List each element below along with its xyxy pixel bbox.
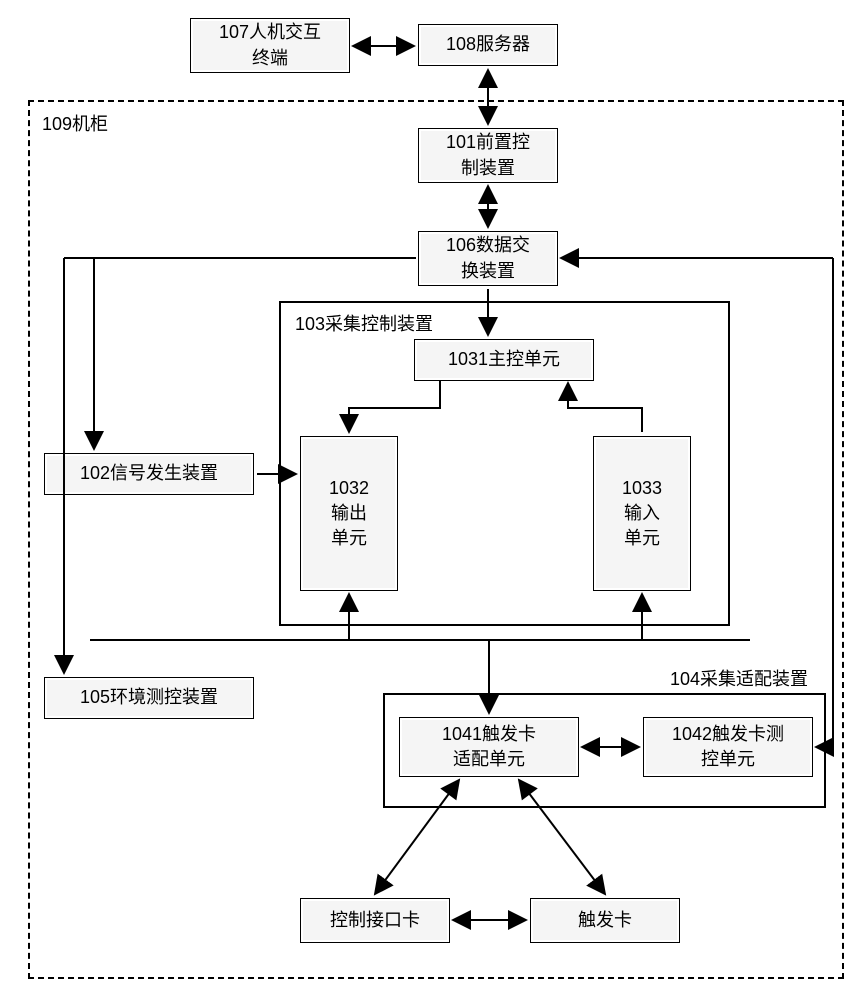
node-102-label: 102信号发生装置 — [80, 461, 218, 486]
label-103: 103采集控制装置 — [295, 310, 433, 336]
label-104: 104采集适配装置 — [670, 665, 808, 691]
node-1031-label: 1031主控单元 — [448, 347, 560, 372]
label-109: 109机柜 — [42, 110, 108, 136]
node-1032: 1032输出单元 — [300, 436, 398, 591]
node-107-label: 107人机交互终端 — [219, 20, 321, 70]
node-1042-label: 1042触发卡测控单元 — [672, 722, 784, 772]
node-ctrl-label: 控制接口卡 — [330, 908, 420, 933]
node-trig-label: 触发卡 — [578, 908, 632, 933]
node-1033-label: 1033输入单元 — [622, 476, 662, 552]
node-1032-label: 1032输出单元 — [329, 476, 369, 552]
node-1031: 1031主控单元 — [414, 339, 594, 381]
node-107: 107人机交互终端 — [190, 18, 350, 73]
node-105-label: 105环境测控装置 — [80, 685, 218, 710]
node-ctrl-interface-card: 控制接口卡 — [300, 898, 450, 943]
node-101-label: 101前置控制装置 — [446, 130, 530, 180]
node-105: 105环境测控装置 — [44, 677, 254, 719]
node-1041: 1041触发卡适配单元 — [399, 717, 579, 777]
node-101: 101前置控制装置 — [418, 128, 558, 183]
node-106-label: 106数据交换装置 — [446, 233, 530, 283]
node-1033: 1033输入单元 — [593, 436, 691, 591]
node-1042: 1042触发卡测控单元 — [643, 717, 813, 777]
node-102: 102信号发生装置 — [44, 453, 254, 495]
node-trigger-card: 触发卡 — [530, 898, 680, 943]
node-108: 108服务器 — [418, 24, 558, 66]
node-108-label: 108服务器 — [446, 32, 530, 57]
node-106: 106数据交换装置 — [418, 231, 558, 286]
node-1041-label: 1041触发卡适配单元 — [442, 722, 536, 772]
